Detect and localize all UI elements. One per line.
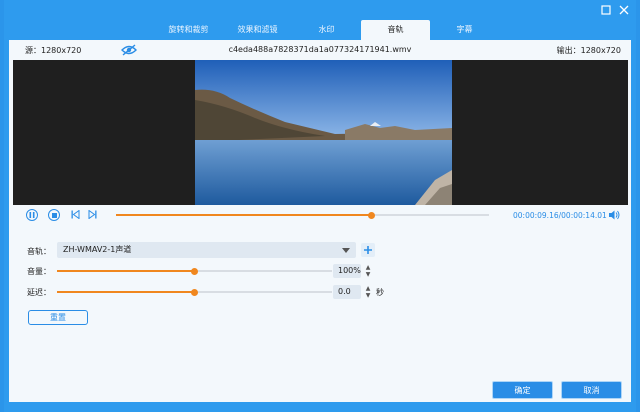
volume-stepper[interactable]: ▲ ▼ xyxy=(363,264,373,278)
chevron-down-icon xyxy=(342,248,350,253)
seek-bar-progress xyxy=(116,214,372,216)
volume-slider-handle[interactable] xyxy=(191,267,198,275)
tab-rotate-crop[interactable]: 旋转和裁剪 xyxy=(154,20,223,40)
video-frame-image xyxy=(195,60,452,205)
tab-audio-track[interactable]: 音轨 xyxy=(361,20,430,40)
volume-input[interactable]: 100% xyxy=(333,264,361,278)
volume-label: 音量： xyxy=(27,267,51,276)
next-frame-icon[interactable] xyxy=(88,210,97,219)
video-preview[interactable] xyxy=(13,60,628,205)
ok-button[interactable]: 确定 xyxy=(492,381,553,399)
player-controls: 00:00:09.16/00:00:14.01 xyxy=(9,206,631,224)
info-bar: 源：1280x720 c4eda488a7828371da1a077324171… xyxy=(9,40,631,60)
plus-icon xyxy=(364,246,372,254)
tab-subtitles[interactable]: 字幕 xyxy=(430,20,499,40)
tab-watermark[interactable]: 水印 xyxy=(292,20,361,40)
seek-bar-handle[interactable] xyxy=(368,211,375,219)
audio-track-value: ZH-WMAV2-1声道 xyxy=(63,245,132,254)
add-track-button[interactable] xyxy=(361,243,375,257)
volume-icon[interactable] xyxy=(608,209,620,221)
arrow-up-icon[interactable]: ▲ xyxy=(363,285,373,292)
total-time: /00:00:14.01 xyxy=(558,211,607,220)
cancel-button[interactable]: 取消 xyxy=(561,381,622,399)
close-icon[interactable] xyxy=(618,5,630,17)
previous-frame-icon[interactable] xyxy=(71,210,80,219)
arrow-up-icon[interactable]: ▲ xyxy=(363,264,373,271)
audio-panel: 源：1280x720 c4eda488a7828371da1a077324171… xyxy=(9,40,631,402)
volume-slider-fill xyxy=(57,270,195,272)
tab-bar: 旋转和裁剪 效果和滤镜 水印 音轨 字幕 xyxy=(154,20,499,40)
delay-unit: 秒 xyxy=(376,288,384,297)
current-time: 00:00:09.16 xyxy=(513,211,559,220)
file-name: c4eda488a7828371da1a077324171941.wmv xyxy=(228,45,412,54)
audio-track-select[interactable]: ZH-WMAV2-1声道 xyxy=(57,242,356,258)
delay-label: 延迟： xyxy=(27,288,51,297)
arrow-down-icon[interactable]: ▼ xyxy=(363,292,373,299)
dialog-window: 旋转和裁剪 效果和滤镜 水印 音轨 字幕 源：1280x720 c4eda488… xyxy=(4,0,636,412)
time-display: 00:00:09.16/00:00:14.01 xyxy=(513,211,607,220)
track-label: 音轨： xyxy=(27,247,51,256)
dialog-footer: 确定 取消 xyxy=(4,372,636,412)
volume-slider[interactable] xyxy=(57,267,332,275)
stop-icon xyxy=(51,212,57,218)
reset-button[interactable]: 重置 xyxy=(28,310,88,325)
delay-slider[interactable] xyxy=(57,288,332,296)
pause-button[interactable] xyxy=(26,209,38,221)
arrow-down-icon[interactable]: ▼ xyxy=(363,271,373,278)
tab-effects-filters[interactable]: 效果和滤镜 xyxy=(223,20,292,40)
maximize-square-icon[interactable] xyxy=(600,5,612,17)
seek-bar[interactable] xyxy=(116,211,489,219)
delay-input[interactable]: 0.0 xyxy=(333,285,361,299)
delay-stepper[interactable]: ▲ ▼ xyxy=(363,285,373,299)
output-resolution: 输出：1280x720 xyxy=(556,46,621,55)
stop-button[interactable] xyxy=(48,209,60,221)
delay-slider-fill xyxy=(57,291,195,293)
delay-slider-handle[interactable] xyxy=(191,288,198,296)
pause-icon xyxy=(29,212,35,218)
